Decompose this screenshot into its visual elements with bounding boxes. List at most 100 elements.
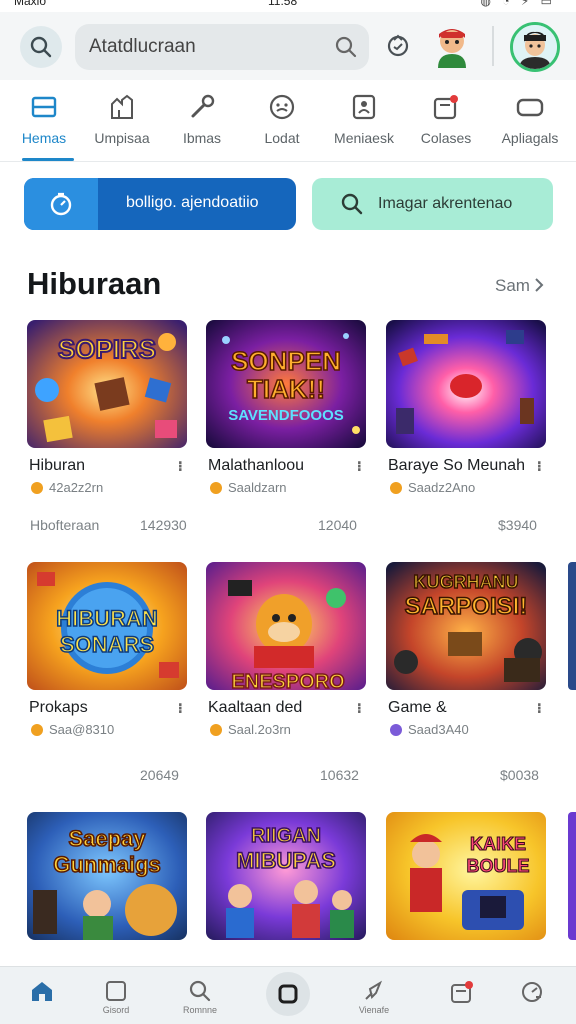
game-card[interactable]: Saepay Gunmaigs [27, 812, 189, 952]
game-meta: Saaldzarn [210, 480, 287, 495]
game-meta: Saal.2o3rn [210, 722, 291, 737]
game-card[interactable]: RIIGAN MIBUPAS [206, 812, 368, 952]
gauge-icon [522, 982, 542, 1002]
tab-label: Hemas [21, 130, 67, 146]
nav-romnne[interactable]: Romnne [160, 967, 240, 1024]
see-all-link[interactable]: Sam [495, 276, 530, 296]
nav-label: Romnne [182, 1005, 218, 1015]
search-input[interactable] [89, 24, 329, 70]
more-options-icon[interactable]: ⁝ [357, 458, 362, 475]
nav-center-button[interactable] [266, 972, 310, 1016]
nav-label: Vienafe [358, 1005, 390, 1015]
primary-action-button[interactable]: bolligo. ajendoatiio [24, 178, 296, 230]
game-title: Game & [388, 699, 447, 716]
game-card[interactable]: SOPIRS Hiburan ⁝ 42a2z2rn [27, 320, 189, 500]
tab-label: Meniaesk [334, 130, 394, 146]
tab-umpisaa[interactable]: Umpisaa [82, 92, 162, 158]
game-card[interactable]: KAIKE BOULE [386, 812, 548, 952]
coin-icon [31, 724, 43, 736]
game-meta: Saad3A40 [390, 722, 469, 737]
row-note: $3940 [498, 517, 537, 533]
search-icon [189, 980, 211, 1002]
search-icon [341, 193, 363, 215]
section-title: Hiburaan [27, 266, 162, 301]
calendar-badge-icon [433, 95, 458, 120]
thumbnail-text: SONPEN [231, 346, 341, 376]
chevron-right-icon[interactable] [533, 276, 545, 294]
home-icon [32, 982, 52, 1001]
nav-label: Gisord [102, 1005, 130, 1015]
secondary-action-label: Imagar akrentenao [378, 195, 513, 212]
more-options-icon[interactable]: ⁝ [178, 458, 183, 475]
nav-vienafe[interactable]: Vienafe [334, 967, 414, 1024]
primary-action-icon-area [24, 178, 98, 230]
game-card[interactable]: Baraye So Meunah ⁝ Saadz2Ano [386, 320, 548, 500]
game-card[interactable]: HIBURAN SONARS Prokaps ⁝ Saa@8310 [27, 562, 189, 742]
coin-icon [210, 482, 222, 494]
tab-hemas[interactable]: Hemas [4, 92, 84, 158]
more-options-icon[interactable]: ⁝ [357, 700, 362, 717]
person-square-icon [352, 94, 376, 120]
tab-ibmas[interactable]: Ibmas [162, 92, 242, 158]
gift-icon[interactable] [385, 32, 411, 58]
avatar-image [513, 25, 557, 69]
profile-avatar[interactable] [510, 22, 560, 72]
system-icons: ◍ ◔ ⚡ ▭ [480, 0, 556, 8]
thumbnail-text: MIBUPAS [236, 848, 336, 873]
game-card[interactable]: KUGRHANU SARPOISI! Game & ⁝ Saad3A40 [386, 562, 548, 742]
next-card-peek[interactable] [568, 812, 576, 940]
game-meta-value: 42a2z2rn [49, 480, 104, 495]
secondary-action-button[interactable]: Imagar akrentenao [312, 178, 553, 230]
thumbnail-text: SOPIRS [58, 334, 156, 364]
game-title: Baraye So Meunah [388, 457, 525, 474]
coin-icon [210, 724, 222, 736]
tab-apliagals[interactable]: Apliagals [490, 92, 570, 158]
next-card-peek[interactable] [568, 562, 576, 690]
game-thumbnail[interactable] [386, 320, 546, 448]
thumbnail-text: BOULE [467, 856, 530, 876]
thumbnail-text: ENESPORO [231, 671, 344, 690]
status-bar: Maxio 11:58 ◍ ◔ ⚡ ▭ [0, 0, 576, 12]
calendar-badge-icon [451, 981, 473, 1003]
square-icon [106, 981, 126, 1001]
nav-profile[interactable] [492, 967, 572, 1024]
status-time: 11:58 [268, 0, 298, 8]
search-button[interactable] [20, 26, 62, 68]
tab-colases[interactable]: Colases [406, 92, 486, 158]
home-square-icon [31, 96, 57, 118]
more-options-icon[interactable]: ⁝ [537, 458, 542, 475]
category-tabs: Hemas Umpisaa Ibmas Lodat Meniaesk Colas… [0, 80, 576, 162]
thumbnail-text: KUGRHANU [414, 572, 519, 592]
primary-action-label: bolligo. ajendoatiio [126, 194, 259, 211]
more-options-icon[interactable]: ⁝ [178, 700, 183, 717]
carrier-label: Maxio [14, 0, 47, 8]
nav-calendar[interactable] [422, 967, 502, 1024]
tab-meniaesk[interactable]: Meniaesk [324, 92, 404, 158]
game-card[interactable]: ENESPORO Kaaltaan ded ⁝ Saal.2o3rn [206, 562, 368, 742]
search-icon[interactable] [335, 36, 357, 58]
tab-label: Umpisaa [94, 130, 150, 146]
rounded-rect-icon [516, 98, 544, 117]
nav-gisord[interactable]: Gisord [76, 967, 156, 1024]
thumbnail-text: SONARS [60, 632, 154, 657]
tab-label: Apliagals [501, 130, 559, 146]
thumbnail-text: HIBURAN [56, 606, 157, 631]
search-bar[interactable] [75, 24, 369, 70]
gem-icon [390, 724, 402, 736]
game-meta-value: Saadz2Ano [408, 480, 476, 495]
game-meta: Saa@8310 [31, 722, 114, 737]
game-card[interactable]: SONPEN TIAK!! SAVENDFOOOS Malathanloou ⁝… [206, 320, 368, 500]
thumbnail-text: TIAK!! [247, 374, 325, 404]
tab-lodat[interactable]: Lodat [242, 92, 322, 158]
nav-home[interactable] [2, 967, 82, 1024]
row-note: 20649 [140, 767, 179, 783]
top-header [0, 12, 576, 80]
tab-label: Colases [420, 130, 472, 146]
character-avatar[interactable] [432, 24, 472, 68]
rocket-icon [365, 980, 383, 1000]
game-title: Kaaltaan ded [208, 699, 303, 716]
more-options-icon[interactable]: ⁝ [537, 700, 542, 717]
game-meta-value: Saad3A40 [408, 722, 469, 737]
thumbnail-text: SAVENDFOOOS [228, 407, 344, 424]
thumbnail-text: Gunmaigs [53, 852, 161, 877]
